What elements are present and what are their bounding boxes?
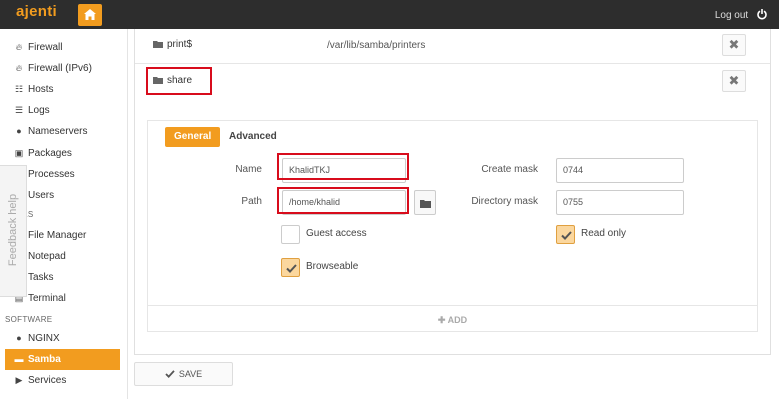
folder-icon: ▬ <box>14 354 24 364</box>
gift-icon: ▣ <box>14 148 24 158</box>
add-share-button[interactable]: ✚ ADD <box>147 305 758 333</box>
sidebar-item-nameservers[interactable]: ● Nameservers <box>0 121 124 142</box>
power-icon <box>757 9 767 20</box>
sidebar-item-label: Samba <box>28 354 61 365</box>
fire-icon: 🔥︎ <box>15 42 23 52</box>
check-icon <box>561 231 572 240</box>
add-label: ADD <box>447 315 468 325</box>
name-label: Name <box>235 164 262 175</box>
tab-general[interactable]: General <box>165 127 221 147</box>
folder-icon <box>153 41 163 48</box>
sitemap-icon: ☷ <box>14 84 24 94</box>
highlight-name-input <box>277 153 409 180</box>
share-name-label: print$ <box>167 39 193 50</box>
share-row-print[interactable]: print$ /var/lib/samba/printers ✖ <box>135 29 770 64</box>
share-path: /var/lib/samba/printers <box>327 40 426 51</box>
sidebar-item-label: Hosts <box>28 84 54 95</box>
globe-icon: ● <box>16 126 22 136</box>
sidebar-item-label: Tasks <box>28 272 54 283</box>
sidebar-item-packages[interactable]: ▣ Packages <box>0 143 124 164</box>
sidebar-item-label: Nameservers <box>28 126 88 137</box>
sidebar-item-label: Users <box>28 190 55 201</box>
highlight-path-input <box>277 187 409 214</box>
guest-access-label: Guest access <box>306 228 367 239</box>
check-icon <box>165 370 175 378</box>
home-icon <box>84 9 96 20</box>
sidebar-item-label: Firewall (IPv6) <box>28 63 92 74</box>
sidebar-item-label: Terminal <box>28 293 66 304</box>
sidebar-item-label: NGINX <box>28 333 60 344</box>
save-label: SAVE <box>178 369 203 379</box>
browse-folder-button[interactable] <box>414 190 436 215</box>
path-label: Path <box>241 196 262 207</box>
share-name: print$ <box>153 39 192 50</box>
home-button[interactable] <box>78 4 102 26</box>
brand-logo[interactable]: ajenti <box>16 3 57 20</box>
sidebar-item-firewall[interactable]: 🔥︎ Firewall <box>0 37 124 58</box>
sidebar-item-label: Firewall <box>28 42 63 53</box>
sidebar-item-label: Notepad <box>28 251 66 262</box>
logout-label: Log out <box>714 10 749 21</box>
sidebar-item-label: Services <box>28 375 67 386</box>
folder-icon <box>420 200 431 208</box>
close-icon: ✖ <box>728 37 740 52</box>
list-icon: ☰ <box>14 105 24 115</box>
directory-mask-label: Directory mask <box>471 196 538 207</box>
plus-icon: ✚ <box>437 315 446 325</box>
guest-access-checkbox[interactable] <box>281 225 300 244</box>
check-icon <box>286 264 297 273</box>
sidebar-item-nginx[interactable]: ● NGINX <box>0 328 124 349</box>
share-editor: General Advanced Name KhalidTKJ Path /ho… <box>147 120 758 332</box>
sidebar-item-firewall-ipv6[interactable]: 🔥︎ Firewall (IPv6) <box>0 58 124 79</box>
feedback-label: Feedback help <box>7 193 19 267</box>
shares-panel: print$ /var/lib/samba/printers ✖ share ✖… <box>134 29 771 355</box>
tab-advanced[interactable]: Advanced <box>220 127 286 147</box>
create-mask-label: Create mask <box>481 164 538 175</box>
globe-icon: ● <box>16 333 22 343</box>
directory-mask-input[interactable]: 0755 <box>556 190 684 215</box>
create-mask-input[interactable]: 0744 <box>556 158 684 183</box>
highlight-share-name <box>146 67 212 95</box>
read-only-checkbox[interactable] <box>556 225 575 244</box>
browseable-label: Browseable <box>306 261 359 272</box>
delete-share-button[interactable]: ✖ <box>722 34 746 56</box>
sidebar-item-label: File Manager <box>28 230 87 241</box>
fire-icon: 🔥︎ <box>15 63 23 73</box>
browseable-checkbox[interactable] <box>281 258 300 277</box>
sidebar-section-software: SOFTWARE <box>5 315 53 324</box>
sidebar-item-label: Packages <box>28 148 72 159</box>
feedback-tab[interactable]: Feedback help <box>0 165 27 297</box>
delete-share-button[interactable]: ✖ <box>722 70 746 92</box>
sidebar-item-samba[interactable]: ▬ Samba <box>5 349 120 370</box>
logout-button[interactable]: Log out <box>715 9 767 21</box>
sidebar-item-logs[interactable]: ☰ Logs <box>0 100 124 121</box>
read-only-label: Read only <box>581 228 627 239</box>
close-icon: ✖ <box>728 73 740 88</box>
sidebar-item-label: Logs <box>28 105 50 116</box>
play-icon: ▶ <box>15 375 23 385</box>
top-bar: ajenti Log out <box>0 0 779 29</box>
sidebar-item-label: Processes <box>28 169 75 180</box>
sidebar-item-hosts[interactable]: ☷ Hosts <box>0 79 124 100</box>
sidebar-item-services[interactable]: ▶ Services <box>0 370 124 391</box>
save-button[interactable]: SAVE <box>134 362 233 386</box>
